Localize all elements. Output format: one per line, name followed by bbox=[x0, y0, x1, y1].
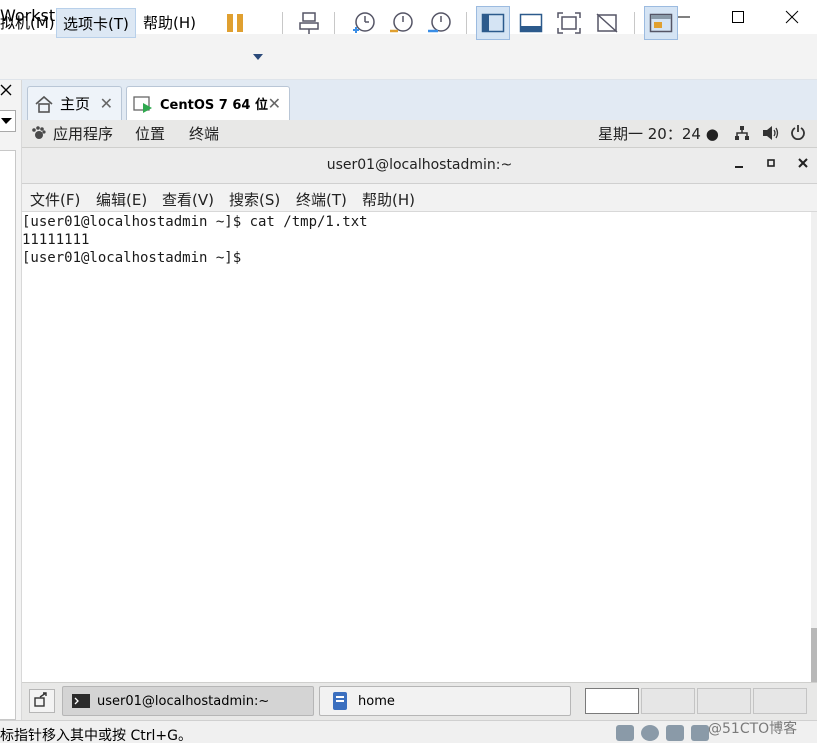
pause-button[interactable] bbox=[218, 6, 252, 40]
places-menu[interactable]: 位置 bbox=[135, 123, 165, 144]
fullscreen-icon bbox=[557, 12, 581, 34]
tab-home[interactable]: 主页 ✕ bbox=[27, 86, 122, 120]
library-tree[interactable] bbox=[0, 150, 16, 720]
watermark: @51CTO博客 bbox=[708, 721, 798, 737]
terminal-menu-file[interactable]: 文件(F) bbox=[30, 189, 80, 210]
terminal-line: [user01@localhostadmin ~]$ cat /tmp/1.tx… bbox=[22, 214, 368, 230]
taskbar-item-home[interactable]: home bbox=[319, 686, 571, 716]
console-view-button[interactable] bbox=[644, 6, 678, 40]
close-icon bbox=[785, 10, 799, 24]
terminal-title: user01@localhostadmin:~ bbox=[326, 157, 513, 173]
tab-centos[interactable]: CentOS 7 64 位 ✕ bbox=[126, 86, 290, 120]
tab-label: 主页 bbox=[60, 95, 91, 113]
power-icon[interactable] bbox=[790, 124, 806, 144]
show-library-button[interactable] bbox=[476, 6, 510, 40]
status-hint: 标指针移入其中或按 Ctrl+G。 bbox=[0, 728, 192, 743]
minimize-icon bbox=[678, 16, 690, 18]
snapshot-revert-icon bbox=[390, 12, 413, 33]
send-ctrl-alt-del-button[interactable] bbox=[292, 6, 326, 40]
network-adapter-icon[interactable] bbox=[666, 725, 684, 741]
terminal-output[interactable] bbox=[22, 212, 811, 682]
pause-dropdown[interactable] bbox=[252, 50, 264, 66]
console-view-icon bbox=[649, 13, 673, 33]
toolbar-separator bbox=[334, 12, 335, 34]
workspace-3[interactable] bbox=[697, 688, 751, 714]
vm-running-icon bbox=[133, 95, 152, 113]
terminal-scrollbar[interactable] bbox=[811, 212, 817, 682]
toolbar-separator bbox=[466, 12, 467, 34]
terminal-menu-edit[interactable]: 编辑(E) bbox=[96, 189, 147, 210]
full-screen-button[interactable] bbox=[552, 6, 586, 40]
gnome-foot-icon bbox=[30, 125, 46, 145]
vmware-toolbar bbox=[0, 34, 817, 80]
workspace-4[interactable] bbox=[753, 688, 807, 714]
terminal-app-menu[interactable]: 终端 bbox=[189, 123, 219, 144]
snapshot-icon bbox=[353, 12, 375, 33]
terminal-line: [user01@localhostadmin ~]$ bbox=[22, 250, 242, 266]
show-desktop-button[interactable] bbox=[29, 689, 55, 713]
network-icon[interactable] bbox=[734, 125, 750, 145]
terminal-scrollbar-thumb[interactable] bbox=[811, 628, 817, 682]
snapshot-revert-button[interactable] bbox=[384, 6, 418, 40]
folder-icon bbox=[333, 692, 347, 710]
terminal-icon bbox=[72, 694, 90, 708]
terminal-minimize-button[interactable] bbox=[733, 157, 745, 173]
unity-icon bbox=[596, 13, 618, 33]
network-send-icon bbox=[299, 12, 319, 34]
terminal-menu-search[interactable]: 搜索(S) bbox=[229, 189, 280, 210]
workspace-2[interactable] bbox=[641, 688, 695, 714]
thumbnail-bar-button[interactable] bbox=[514, 6, 548, 40]
chevron-down-icon bbox=[253, 54, 263, 60]
volume-icon[interactable] bbox=[762, 125, 780, 145]
menu-vm[interactable]: 拟机(M) bbox=[0, 8, 61, 38]
close-icon bbox=[798, 158, 808, 168]
clock[interactable]: 星期一 20：24 ● bbox=[598, 123, 719, 144]
maximize-icon bbox=[732, 11, 744, 23]
tab-label: CentOS 7 64 位 bbox=[160, 98, 268, 113]
snapshot-take-button[interactable] bbox=[346, 6, 380, 40]
unity-button[interactable] bbox=[590, 6, 624, 40]
library-search-dropdown[interactable] bbox=[0, 110, 16, 132]
terminal-close-button[interactable] bbox=[797, 157, 809, 173]
home-icon bbox=[35, 95, 53, 113]
terminal-menu-help[interactable]: 帮助(H) bbox=[362, 189, 415, 210]
applications-menu[interactable]: 应用程序 bbox=[53, 123, 113, 144]
thumbnail-bar-icon bbox=[519, 13, 543, 33]
show-desktop-icon bbox=[34, 692, 47, 707]
library-close-button[interactable] bbox=[0, 82, 14, 100]
maximize-button[interactable] bbox=[711, 0, 765, 34]
maximize-icon bbox=[767, 159, 775, 167]
usb-icon[interactable] bbox=[691, 725, 709, 741]
chevron-down-icon bbox=[1, 118, 12, 124]
terminal-menu-terminal[interactable]: 终端(T) bbox=[296, 189, 347, 210]
tab-close-icon[interactable]: ✕ bbox=[100, 94, 113, 113]
terminal-menu-view[interactable]: 查看(V) bbox=[162, 189, 214, 210]
tab-close-icon[interactable]: ✕ bbox=[268, 94, 281, 113]
snapshot-manager-icon bbox=[428, 12, 451, 33]
menu-tabs[interactable]: 选项卡(T) bbox=[56, 8, 136, 38]
taskbar-item-terminal[interactable]: user01@localhostadmin:~ bbox=[62, 686, 314, 716]
workspace-1[interactable] bbox=[585, 688, 639, 714]
terminal-line: 11111111 bbox=[22, 232, 90, 248]
close-button[interactable] bbox=[765, 0, 817, 34]
taskbar-item-label: home bbox=[358, 693, 395, 709]
snapshot-manager-button[interactable] bbox=[422, 6, 456, 40]
cd-dvd-icon[interactable] bbox=[641, 725, 659, 741]
pause-icon bbox=[227, 14, 243, 32]
library-panel-icon bbox=[481, 13, 505, 33]
terminal-maximize-button[interactable] bbox=[765, 157, 777, 173]
toolbar-separator bbox=[634, 12, 635, 34]
minimize-icon bbox=[735, 166, 743, 168]
menu-help[interactable]: 帮助(H) bbox=[137, 8, 202, 38]
taskbar-item-label: user01@localhostadmin:~ bbox=[97, 693, 270, 709]
toolbar-separator bbox=[282, 12, 283, 34]
close-icon bbox=[0, 84, 12, 96]
hard-disk-icon[interactable] bbox=[616, 725, 634, 741]
